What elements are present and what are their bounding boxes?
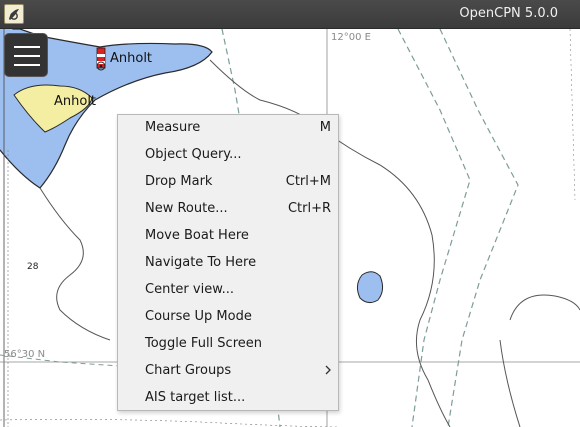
latitude-label: 56°30 N (4, 349, 46, 360)
menu-item-label: AIS target list... (145, 390, 246, 405)
shoal-patch (356, 271, 384, 304)
menu-item-label: New Route... (145, 201, 228, 216)
lighthouse-icon (96, 47, 106, 71)
place-label-anholt-island: Anholt (54, 94, 97, 109)
opencpn-app-icon[interactable] (4, 4, 24, 24)
chart-context-menu: Measure M Object Query... Drop Mark Ctrl… (117, 114, 339, 411)
menu-item-shortcut: M (319, 120, 331, 135)
window-title: OpenCPN 5.0.0 (459, 6, 558, 21)
menu-item-shortcut: Ctrl+M (285, 174, 331, 189)
menu-item-chart-groups[interactable]: Chart Groups (118, 358, 338, 385)
menu-item-drop-mark[interactable]: Drop Mark Ctrl+M (118, 169, 338, 196)
hamburger-menu-icon-bar (14, 55, 40, 57)
menu-item-label: Object Query... (145, 147, 242, 162)
submenu-chevron-right-icon (325, 365, 331, 375)
menu-item-ais-target-list[interactable]: AIS target list... (118, 385, 338, 412)
menu-item-label: Measure (145, 120, 201, 135)
menu-item-toggle-full-screen[interactable]: Toggle Full Screen (118, 331, 338, 358)
hamburger-menu-icon (14, 46, 40, 48)
menu-item-new-route[interactable]: New Route... Ctrl+R (118, 196, 338, 223)
place-label-anholt-lighthouse: Anholt (110, 51, 153, 66)
menu-item-shortcut: Ctrl+R (287, 201, 331, 216)
menu-item-label: Center view... (145, 282, 235, 297)
depth-sounding: 28 (27, 262, 39, 272)
menu-item-navigate-to-here[interactable]: Navigate To Here (118, 250, 338, 277)
menu-item-label: Move Boat Here (145, 228, 249, 243)
menu-item-label: Toggle Full Screen (145, 336, 262, 351)
menu-item-label: Chart Groups (145, 363, 232, 378)
menu-item-course-up-mode[interactable]: Course Up Mode (118, 304, 338, 331)
longitude-label: 12°00 E (331, 32, 371, 43)
title-bar[interactable]: OpenCPN 5.0.0 (0, 0, 580, 29)
menu-item-label: Drop Mark (145, 174, 213, 189)
main-menu-button[interactable] (4, 33, 48, 77)
menu-item-label: Navigate To Here (145, 255, 257, 270)
menu-item-center-view[interactable]: Center view... (118, 277, 338, 304)
opencpn-window: OpenCPN 5.0.0 Anholt Anholt 12°00 E 56°3… (0, 0, 580, 427)
hamburger-menu-icon-bar (14, 64, 40, 66)
menu-item-label: Course Up Mode (145, 309, 252, 324)
menu-item-move-boat-here[interactable]: Move Boat Here (118, 223, 338, 250)
menu-item-measure[interactable]: Measure M (118, 115, 338, 142)
menu-item-object-query[interactable]: Object Query... (118, 142, 338, 169)
